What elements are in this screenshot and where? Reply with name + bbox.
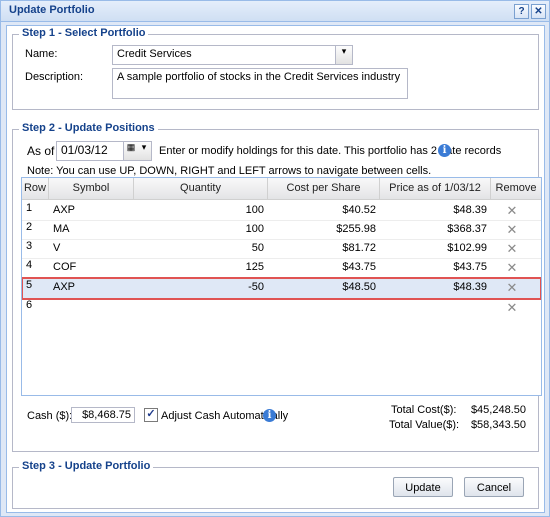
cost-cell[interactable]: $81.72	[268, 239, 376, 258]
step2-fieldset: Step 2 - Update Positions As of 01/03/12…	[12, 122, 542, 452]
chevron-down-icon[interactable]: ▾	[335, 46, 352, 64]
name-label: Name:	[25, 48, 58, 60]
portfolio-name-value: Credit Services	[117, 48, 192, 60]
table-row[interactable]: 1 AXP 100 $40.52 $48.39 ✕	[22, 201, 541, 221]
cash-input[interactable]: $8,468.75	[71, 407, 135, 423]
quantity-cell[interactable]: -50	[134, 278, 264, 297]
table-row[interactable]: 3 V 50 $81.72 $102.99 ✕	[22, 239, 541, 259]
remove-icon[interactable]: ✕	[504, 278, 520, 297]
total-value-value: $58,343.50	[470, 419, 526, 431]
col-header-quantity[interactable]: Quantity	[134, 178, 268, 199]
calendar-icon[interactable]: ▦	[123, 142, 138, 160]
update-portfolio-window: Update Portfolio ? ✕ Step 1 - Select Por…	[0, 0, 550, 517]
row-number: 3	[26, 240, 33, 252]
table-row-selected[interactable]: 5 AXP -50 $48.50 $48.39 ✕	[22, 277, 541, 300]
positions-grid: Row Symbol Quantity Cost per Share Price…	[21, 177, 542, 396]
step2-legend: Step 2 - Update Positions	[19, 122, 158, 134]
symbol-cell[interactable]: AXP	[53, 201, 75, 220]
total-value-label: Total Value($):	[389, 419, 460, 431]
symbol-cell[interactable]: V	[53, 239, 60, 258]
description-label: Description:	[25, 71, 84, 83]
quantity-cell[interactable]: 100	[134, 201, 264, 220]
row-number: 6	[26, 299, 33, 311]
row-number: 5	[26, 279, 33, 291]
price-cell: $48.39	[453, 281, 487, 293]
as-of-label: As of	[27, 144, 55, 158]
remove-icon[interactable]: ✕	[504, 298, 520, 317]
step3-fieldset: Step 3 - Update Portfolio Update Cancel	[12, 460, 539, 509]
total-cost-value: $45,248.50	[470, 404, 526, 416]
table-row[interactable]: 4 COF 125 $43.75 $43.75 ✕	[22, 258, 541, 278]
table-row[interactable]: 6 ✕	[22, 298, 541, 317]
price-cell: $43.75	[453, 261, 487, 273]
col-header-cost[interactable]: Cost per Share	[268, 178, 380, 199]
col-header-remove[interactable]: Remove	[491, 178, 541, 199]
cost-cell[interactable]	[268, 298, 376, 317]
cost-cell[interactable]: $255.98	[268, 220, 376, 239]
step1-legend: Step 1 - Select Portfolio	[19, 27, 149, 39]
price-cell: $102.99	[447, 242, 487, 254]
update-button[interactable]: Update	[393, 477, 453, 497]
col-header-price[interactable]: Price as of 1/03/12	[380, 178, 491, 199]
step3-legend: Step 3 - Update Portfolio	[19, 460, 154, 472]
price-cell: $48.39	[453, 204, 487, 216]
description-field[interactable]: A sample portfolio of stocks in the Cred…	[112, 68, 408, 99]
grid-header: Row Symbol Quantity Cost per Share Price…	[22, 178, 541, 200]
symbol-cell[interactable]: AXP	[53, 278, 75, 297]
table-row[interactable]: 2 MA 100 $255.98 $368.37 ✕	[22, 220, 541, 240]
window-body: Step 1 - Select Portfolio Name: Credit S…	[6, 25, 545, 513]
cost-cell[interactable]: $43.75	[268, 258, 376, 277]
portfolio-name-select[interactable]: Credit Services ▾	[112, 45, 353, 65]
price-cell	[380, 298, 487, 317]
quantity-cell[interactable]: 50	[134, 239, 264, 258]
quantity-cell[interactable]: 100	[134, 220, 264, 239]
close-icon[interactable]: ✕	[531, 4, 546, 19]
step1-fieldset: Step 1 - Select Portfolio Name: Credit S…	[12, 27, 539, 110]
row-number: 1	[26, 202, 33, 214]
quantity-cell[interactable]: 125	[134, 258, 264, 277]
cost-cell[interactable]: $40.52	[268, 201, 376, 220]
date-records-dropdown[interactable]: ▾	[137, 141, 152, 161]
info-icon[interactable]: i	[438, 144, 451, 157]
symbol-cell[interactable]: MA	[53, 220, 70, 239]
help-icon[interactable]: ?	[514, 4, 529, 19]
symbol-cell[interactable]: COF	[53, 258, 76, 277]
row-number: 4	[26, 259, 33, 271]
remove-icon[interactable]: ✕	[504, 258, 520, 277]
col-header-symbol[interactable]: Symbol	[49, 178, 134, 199]
cost-cell[interactable]: $48.50	[268, 278, 376, 297]
chevron-down-icon[interactable]: ▾	[137, 142, 151, 160]
adjust-cash-checkbox[interactable]: ✓	[144, 408, 158, 422]
quantity-cell[interactable]	[134, 298, 264, 317]
navigation-note: Note: You can use UP, DOWN, RIGHT and LE…	[27, 165, 432, 177]
window-titlebar[interactable]: Update Portfolio ? ✕	[1, 1, 549, 22]
cancel-button[interactable]: Cancel	[464, 477, 524, 497]
remove-icon[interactable]: ✕	[504, 239, 520, 258]
col-header-row[interactable]: Row	[22, 178, 49, 199]
remove-icon[interactable]: ✕	[504, 220, 520, 239]
remove-icon[interactable]: ✕	[504, 201, 520, 220]
window-title: Update Portfolio	[9, 4, 95, 16]
date-field[interactable]: 01/03/12 ▦	[56, 141, 139, 161]
date-value: 01/03/12	[61, 143, 108, 157]
price-cell: $368.37	[447, 223, 487, 235]
cash-label: Cash ($):	[27, 410, 73, 422]
row-number: 2	[26, 221, 33, 233]
total-cost-label: Total Cost($):	[391, 404, 457, 416]
info-icon[interactable]: i	[263, 409, 276, 422]
